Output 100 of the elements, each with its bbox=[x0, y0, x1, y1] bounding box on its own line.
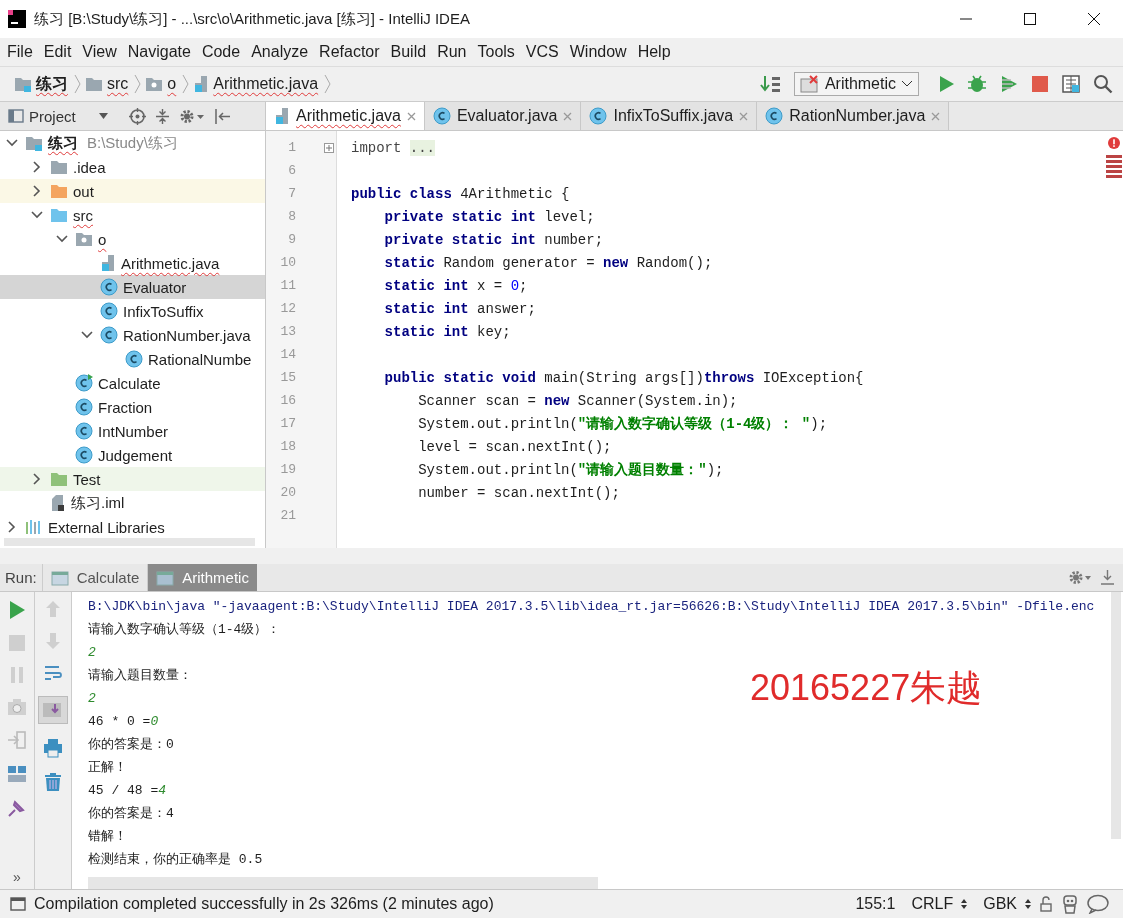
tree-item[interactable]: o bbox=[0, 227, 265, 251]
editor-tab[interactable]: InfixToSuffix.java bbox=[581, 102, 758, 130]
maximize-icon[interactable] bbox=[1023, 12, 1037, 26]
tree-item[interactable]: Calculate bbox=[0, 371, 265, 395]
tree-item[interactable]: 练习 B:\Study\练习 bbox=[0, 131, 265, 155]
class-icon bbox=[100, 278, 118, 296]
run-icon[interactable] bbox=[937, 75, 955, 93]
camera-icon[interactable] bbox=[7, 698, 27, 716]
stop-icon[interactable] bbox=[1031, 75, 1049, 93]
menu-item[interactable]: View bbox=[82, 43, 117, 61]
tree-item[interactable]: Arithmetic.java bbox=[0, 251, 265, 275]
application-icon bbox=[156, 568, 177, 587]
pin-icon[interactable] bbox=[7, 798, 27, 818]
trash-icon[interactable] bbox=[44, 772, 62, 792]
settings-icon[interactable] bbox=[178, 107, 205, 125]
menu-item[interactable]: Navigate bbox=[127, 43, 191, 61]
tree-item[interactable]: Test bbox=[0, 467, 265, 491]
line-number: 11 bbox=[279, 278, 296, 293]
dropdown-caret-icon bbox=[98, 113, 108, 119]
menu-item[interactable]: Code bbox=[201, 43, 241, 61]
menu-item[interactable]: Analyze bbox=[251, 43, 309, 61]
locate-icon[interactable] bbox=[128, 107, 146, 125]
fold-expand-icon[interactable] bbox=[324, 142, 334, 153]
soft-wrap-icon[interactable] bbox=[43, 664, 63, 682]
run-configuration-dropdown[interactable]: Arithmetic bbox=[793, 72, 919, 96]
code-line: System.out.println("请输入题目数量："); bbox=[417, 460, 724, 479]
rerun-icon[interactable] bbox=[8, 600, 26, 620]
error-indicator-icon bbox=[1108, 137, 1120, 149]
layout-icon[interactable] bbox=[7, 764, 27, 784]
breadcrumb[interactable]: 练习 bbox=[36, 73, 68, 95]
more-tools-button[interactable]: » bbox=[13, 869, 21, 885]
unlocked-icon[interactable] bbox=[1039, 896, 1053, 912]
tree-item[interactable]: 练习.iml bbox=[0, 491, 265, 515]
class-icon bbox=[100, 326, 118, 344]
chevron-icon bbox=[182, 74, 190, 94]
menu-item[interactable]: Edit bbox=[43, 43, 72, 61]
hide-panel-icon[interactable] bbox=[213, 107, 231, 125]
menu-item[interactable]: Run bbox=[437, 43, 467, 61]
tree-item[interactable]: Evaluator bbox=[0, 275, 265, 299]
tree-item[interactable]: .idea bbox=[0, 155, 265, 179]
chevron-icon bbox=[74, 74, 81, 94]
coverage-icon[interactable] bbox=[999, 74, 1019, 94]
debug-icon[interactable] bbox=[967, 74, 987, 94]
project-structure-icon[interactable] bbox=[1061, 74, 1081, 94]
class-icon bbox=[75, 422, 93, 440]
scroll-to-end-button[interactable] bbox=[38, 696, 68, 724]
project-view-icon bbox=[8, 109, 24, 123]
collapse-all-icon[interactable] bbox=[154, 107, 170, 125]
line-number: 18 bbox=[279, 439, 296, 454]
code-line: import ... bbox=[351, 139, 436, 156]
run-tab[interactable]: Calculate bbox=[41, 564, 148, 591]
libraries-icon bbox=[25, 519, 43, 535]
chat-bubble-icon[interactable] bbox=[1087, 894, 1109, 914]
tree-item[interactable]: Judgement bbox=[0, 443, 265, 467]
breadcrumb[interactable]: o bbox=[167, 75, 177, 93]
close-icon[interactable] bbox=[1087, 12, 1101, 26]
code-line: Scanner scan = new Scanner(System.in); bbox=[417, 392, 738, 409]
menu-item[interactable]: Help bbox=[637, 43, 671, 61]
menu-item[interactable]: Tools bbox=[477, 43, 515, 61]
tree-item[interactable]: RationNumber.java bbox=[0, 323, 265, 347]
breadcrumb[interactable]: Arithmetic.java bbox=[213, 75, 319, 93]
menu-item[interactable]: VCS bbox=[525, 43, 559, 61]
module-file-icon bbox=[50, 494, 66, 512]
menu-item[interactable]: File bbox=[7, 43, 33, 61]
encoding-selector[interactable]: GBK bbox=[983, 895, 1017, 913]
inspector-icon[interactable] bbox=[1061, 894, 1079, 914]
line-separator-selector[interactable]: CRLF bbox=[911, 895, 954, 913]
package-folder-icon bbox=[145, 76, 164, 92]
sort-icon[interactable] bbox=[759, 74, 782, 94]
menu-item[interactable]: Window bbox=[569, 43, 627, 61]
tree-item[interactable]: IntNumber bbox=[0, 419, 265, 443]
console-output-text: 你的答案是：0 bbox=[88, 736, 174, 754]
settings-icon[interactable] bbox=[1068, 569, 1092, 586]
menu-item[interactable]: Build bbox=[390, 43, 427, 61]
tree-item[interactable]: Fraction bbox=[0, 395, 265, 419]
tree-item[interactable]: External Libraries bbox=[0, 515, 265, 539]
tree-item[interactable]: src bbox=[0, 203, 265, 227]
tree-item[interactable]: RationalNumbe bbox=[0, 347, 265, 371]
line-number: 8 bbox=[287, 209, 296, 224]
java-file-icon bbox=[193, 75, 210, 93]
editor-tab[interactable]: Arithmetic.java bbox=[266, 102, 425, 130]
tool-window-icon[interactable] bbox=[10, 897, 26, 911]
tree-item[interactable]: out bbox=[0, 179, 265, 203]
breadcrumb[interactable]: src bbox=[107, 75, 129, 93]
print-icon[interactable] bbox=[43, 738, 63, 758]
console-output-text: 45 / 48 =4 bbox=[88, 782, 167, 800]
application-icon bbox=[50, 568, 71, 587]
search-icon[interactable] bbox=[1093, 74, 1113, 94]
editor-tab[interactable]: Evaluator.java bbox=[424, 102, 582, 130]
line-number: 15 bbox=[279, 370, 296, 385]
minimize-panel-icon[interactable] bbox=[1100, 569, 1115, 586]
java-file-icon bbox=[274, 107, 290, 125]
code-line: number = scan.nextInt(); bbox=[417, 484, 620, 501]
line-number: 12 bbox=[279, 301, 296, 316]
line-number: 13 bbox=[279, 324, 296, 339]
editor-tab[interactable]: RationNumber.java bbox=[757, 102, 950, 130]
tree-item[interactable]: InfixToSuffix bbox=[0, 299, 265, 323]
up-down-icon bbox=[961, 898, 968, 910]
menu-item[interactable]: Refactor bbox=[319, 43, 380, 61]
cursor-position[interactable]: 155:1 bbox=[855, 895, 896, 913]
